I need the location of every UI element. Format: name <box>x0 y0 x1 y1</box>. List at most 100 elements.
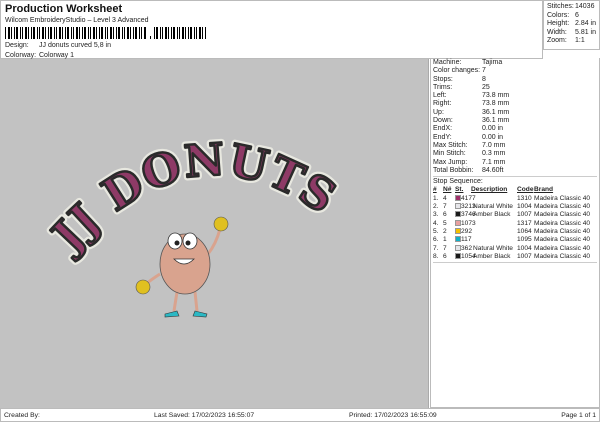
table-row: 1. 4 4177 1310 Madeira Classic 40 <box>433 194 597 203</box>
row-index: 4. <box>433 219 439 227</box>
column-header: # <box>433 186 437 194</box>
machine-row: Min Stitch: 0.3 mm <box>433 150 597 158</box>
machine-row: Down: 36.1 mm <box>433 117 597 125</box>
row-index: 2. <box>433 203 439 211</box>
stitch-count-cell: 362 <box>455 244 472 253</box>
stitch-count-cell: 3746 <box>455 211 476 219</box>
machine-value: 7 <box>482 67 486 75</box>
thread-description: Natural White <box>473 203 513 211</box>
needle-number: 7 <box>443 244 447 252</box>
machine-row: Right: 73.8 mm <box>433 100 597 108</box>
thread-brand: Madeira Classic 40 <box>534 236 591 244</box>
stat-value: 6 <box>575 11 579 19</box>
barcode <box>5 27 538 39</box>
row-index: 3. <box>433 211 439 219</box>
thread-brand: Madeira Classic 40 <box>534 244 591 252</box>
thread-description <box>471 220 517 228</box>
column-header: Description <box>471 186 508 194</box>
machine-value: 0.3 mm <box>482 150 506 158</box>
thread-code: 1095 <box>517 236 532 244</box>
machine-value: 7.0 mm <box>482 141 506 149</box>
machine-value: 25 <box>482 83 490 91</box>
table-row: 5. 2 292 1064 Madeira Classic 40 <box>433 227 597 236</box>
stat-row: Stitches: 14036 <box>547 3 596 12</box>
machine-label: EndX: <box>433 125 453 133</box>
machine-label: Left: <box>433 92 447 100</box>
table-row: 2. 7 3213 Natural White 1004 Madeira Classic … <box>433 203 597 211</box>
software-name: Wilcom EmbroideryStudio – Level 3 Advanc… <box>5 17 149 24</box>
needle-number: 7 <box>443 203 447 211</box>
machine-label: Machine: <box>433 59 462 66</box>
stitch-count-cell: 117 <box>455 236 472 244</box>
page-number: Page 1 of 1 <box>561 411 596 419</box>
stitch-count-cell: 292 <box>455 227 473 236</box>
column-header: St. <box>455 186 464 194</box>
machine-label: Max Jump: <box>433 158 468 166</box>
stat-value: 2.84 in <box>574 20 597 28</box>
row-index: 6. <box>433 236 439 244</box>
machine-label: Total Bobbin: <box>433 166 474 174</box>
stat-value: 5.81 in <box>574 28 597 36</box>
stat-label: Stitches: <box>547 3 574 10</box>
machine-row: Max Stitch: 7.0 mm <box>433 142 597 150</box>
colorway-label: Colorway: <box>5 52 37 59</box>
machine-value: Tajima <box>482 59 503 66</box>
donut-mascot-icon <box>135 216 229 318</box>
worksheet-header: Production Worksheet Wilcom EmbroiderySt… <box>0 0 543 59</box>
stitch-count: 117 <box>461 236 472 244</box>
thread-brand: Madeira Classic 40 <box>534 252 591 260</box>
machine-row: Stops: 8 <box>433 76 597 84</box>
machine-value: 73.8 mm <box>482 92 510 100</box>
needle-number: 5 <box>443 219 447 227</box>
machine-label: Max Stitch: <box>433 141 468 149</box>
printed-date: Printed: 17/02/2023 16:55:09 <box>349 411 437 419</box>
machine-label: Min Stitch: <box>433 150 466 158</box>
colorway-value: Colorway 1 <box>39 52 75 59</box>
embroidery-design: JJ DONUTS JJ DONUTS <box>37 131 348 318</box>
thread-description: Amber Black <box>473 211 511 219</box>
column-header: Brand <box>534 186 554 194</box>
stat-row: Width: 5.81 in <box>547 29 596 38</box>
machine-label: Up: <box>433 108 444 116</box>
thread-brand: Madeira Classic 40 <box>534 211 591 219</box>
stop-sequence-label: Stop Sequence: <box>433 178 483 186</box>
stat-row: Colors: 6 <box>547 12 596 21</box>
design-preview: JJ DONUTS JJ DONUTS <box>0 59 429 408</box>
needle-number: 2 <box>443 227 447 235</box>
machine-value: 7.1 mm <box>482 158 506 166</box>
thread-description <box>471 228 517 236</box>
machine-row: Color changes: 7 <box>433 67 597 75</box>
machine-row: Total Bobbin: 84.60ft <box>433 167 597 175</box>
stitch-count-cell: 4177 <box>455 194 476 203</box>
created-by: Created By: <box>4 411 40 419</box>
needle-number: 6 <box>443 211 447 219</box>
stat-value: 1:1 <box>575 37 585 45</box>
row-index: 8. <box>433 252 439 260</box>
table-row: 7. 7 362 Natural White 1004 Madeira Classic 4… <box>433 244 597 253</box>
machine-label: Trims: <box>433 83 453 91</box>
thread-code: 1004 <box>517 203 532 211</box>
table-row: 3. 6 3746 Amber Black 1007 Madeira Classic 40 <box>433 211 597 219</box>
page-title: Production Worksheet <box>5 3 123 15</box>
stitch-count: 292 <box>461 227 473 235</box>
last-saved: Last Saved: 17/02/2023 16:55:07 <box>154 411 255 419</box>
thread-code: 1004 <box>517 244 532 252</box>
table-row: 4. 5 1073 1317 Madeira Classic 40 <box>433 219 597 228</box>
row-index: 1. <box>433 194 439 202</box>
machine-row: Up: 36.1 mm <box>433 109 597 117</box>
design-info-panel: Machine: Tajima Color changes: 7 Stops: 8 Trim… <box>430 58 600 408</box>
machine-value: 36.1 mm <box>482 108 510 116</box>
column-header: Code <box>517 186 534 194</box>
row-index: 5. <box>433 227 439 235</box>
thread-brand: Madeira Classic 40 <box>534 219 591 227</box>
thread-description <box>471 236 517 244</box>
stop-sequence-table: # N# St. Description Code Brand 1. 4 4177 1310 Ma… <box>433 186 597 261</box>
stitch-count-cell: 1073 <box>455 219 476 228</box>
stitch-count-cell: 3213 <box>455 203 476 211</box>
table-row: 8. 6 1054 Amber Black 1007 Madeira Classic 40 <box>433 252 597 261</box>
thread-code: 1310 <box>517 194 532 202</box>
row-index: 7. <box>433 244 439 252</box>
machine-row: EndX: 0.00 in <box>433 125 597 133</box>
stat-label: Width: <box>547 28 567 36</box>
machine-label: Right: <box>433 100 452 108</box>
